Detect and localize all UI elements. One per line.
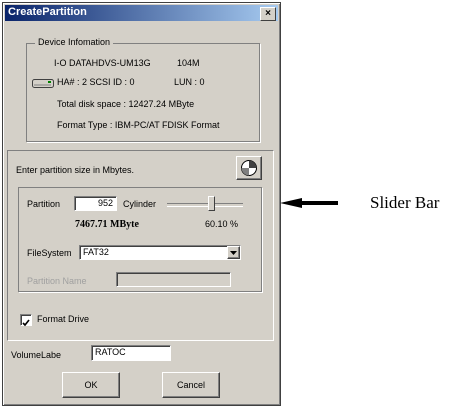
- dialog-title: CreatePartition: [8, 6, 87, 18]
- cylinder-label: Cylinder: [123, 199, 157, 209]
- device-info-group: Device Infomation I-O DATAHDVS-UM13G 104…: [26, 37, 260, 142]
- device-model: I-O DATAHDVS-UM13G: [54, 58, 151, 68]
- partition-label: Partition: [27, 199, 61, 209]
- device-info-label: Device Infomation: [35, 37, 114, 47]
- filesystem-label: FileSystem: [27, 248, 72, 258]
- slider-bar-annotation: Slider Bar: [370, 193, 440, 212]
- pie-chart-icon: [241, 160, 257, 176]
- partition-name-input[interactable]: [116, 272, 231, 287]
- cancel-button[interactable]: Cancel: [162, 372, 220, 398]
- checkmark-icon: [22, 319, 30, 327]
- device-lun: LUN : 0: [174, 77, 205, 87]
- create-partition-dialog: CreatePartition × Device Infomation I-O …: [2, 2, 281, 406]
- slider-track: [167, 203, 243, 207]
- format-type: Format Type : IBM-PC/AT FDISK Format: [57, 120, 220, 130]
- hard-drive-icon: [32, 79, 54, 88]
- filesystem-value: FAT32: [83, 247, 109, 257]
- format-drive-label: Format Drive: [37, 314, 90, 324]
- partition-settings-group: Partition 952 Cylinder 7467.71 MByte 60.…: [18, 187, 262, 292]
- filesystem-select[interactable]: FAT32: [79, 245, 241, 260]
- partition-slider[interactable]: [167, 196, 243, 216]
- device-ha-scsi: HA# : 2 SCSI ID : 0: [57, 77, 135, 87]
- partition-size-input[interactable]: 952: [74, 196, 117, 211]
- volume-label-label: VolumeLabe: [11, 350, 62, 360]
- chevron-down-icon: [230, 251, 237, 255]
- dropdown-arrow-button[interactable]: [227, 246, 240, 259]
- device-size: 104M: [177, 58, 200, 68]
- format-drive-checkbox[interactable]: [20, 314, 32, 327]
- mbyte-value: 7467.71 MByte: [75, 219, 139, 230]
- partition-name-label: Partition Name: [27, 276, 87, 286]
- instruction-text: Enter partition size in Mbytes.: [16, 165, 135, 175]
- pie-chart-button[interactable]: [236, 156, 262, 180]
- partition-panel: Enter partition size in Mbytes. Partitio…: [7, 150, 274, 341]
- slider-thumb[interactable]: [208, 196, 215, 211]
- annotation-arrow: [280, 198, 338, 208]
- total-disk-space: Total disk space : 12427.24 MByte: [57, 99, 195, 109]
- close-button[interactable]: ×: [260, 7, 276, 21]
- volume-label-input[interactable]: RATOC: [91, 345, 171, 361]
- percent-value: 60.10 %: [205, 219, 239, 229]
- ok-button[interactable]: OK: [62, 372, 120, 398]
- title-bar: CreatePartition ×: [5, 5, 278, 21]
